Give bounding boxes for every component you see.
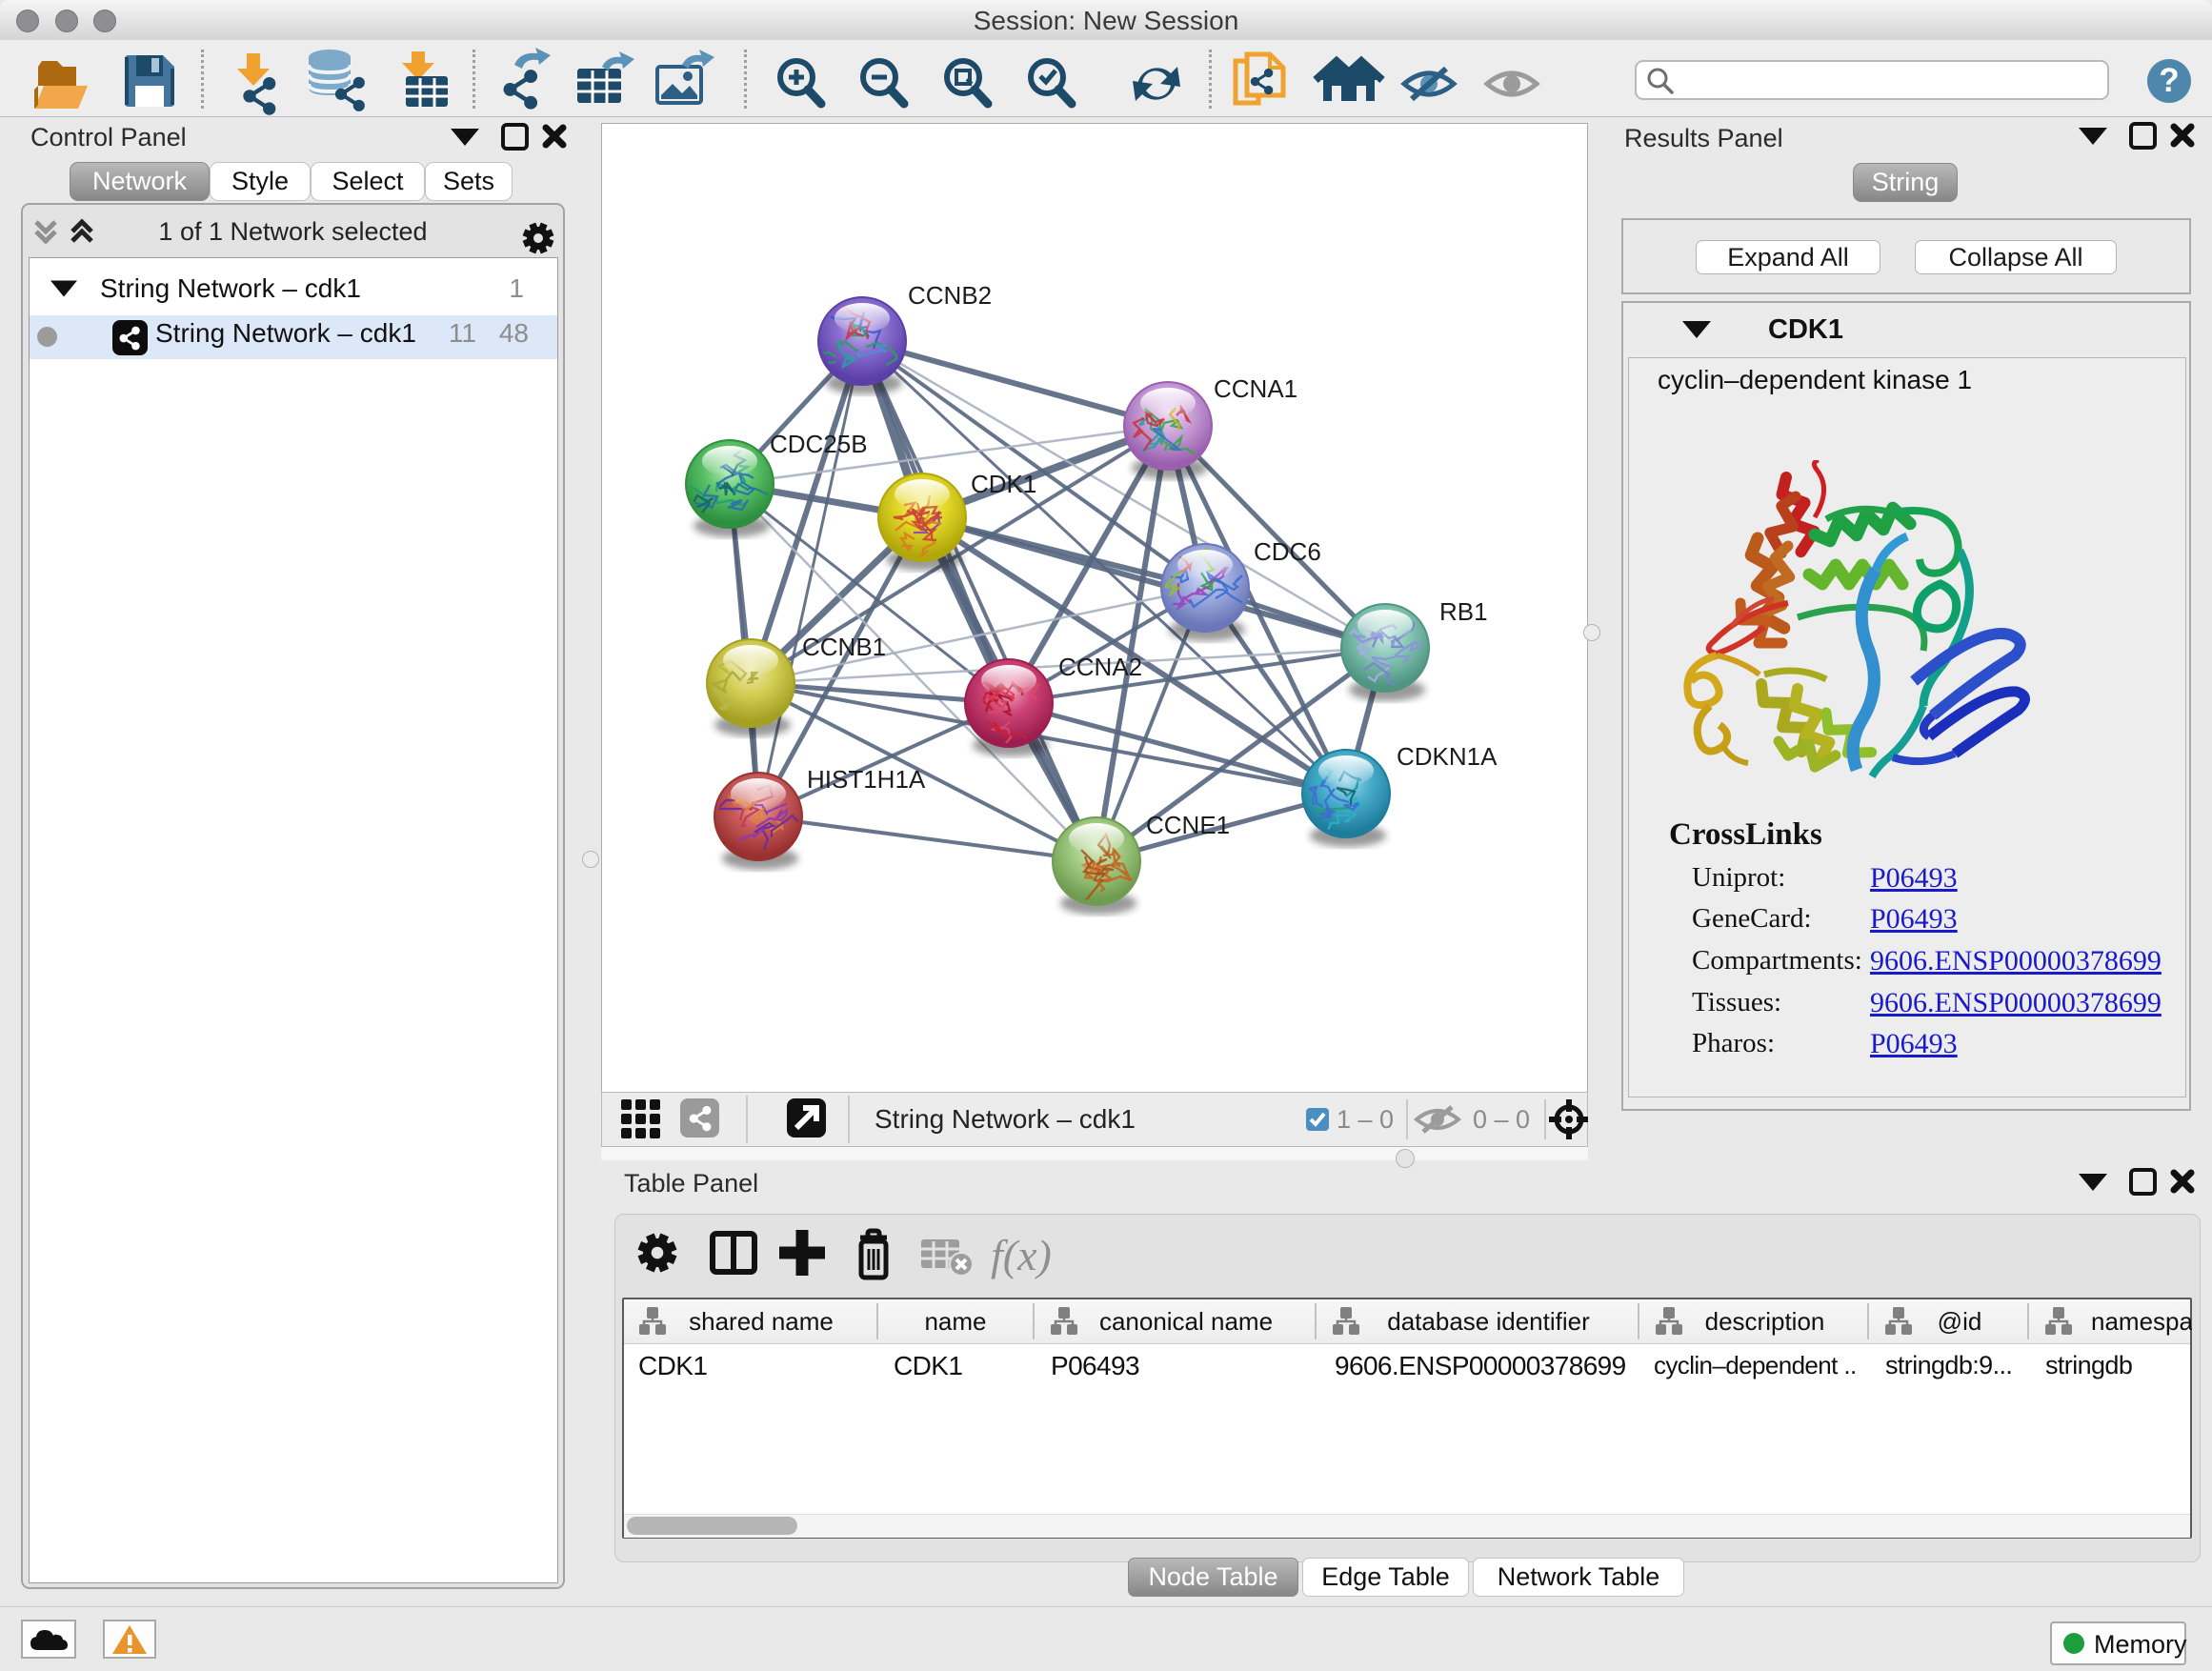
svg-text:RB1: RB1 bbox=[1439, 597, 1488, 626]
svg-text:CDK1: CDK1 bbox=[971, 470, 1036, 498]
svg-text:namespace: namespace bbox=[2091, 1307, 2192, 1336]
svg-text:String Network – cdk1: String Network – cdk1 bbox=[875, 1104, 1136, 1134]
svg-text:CDC25B: CDC25B bbox=[770, 430, 868, 458]
svg-text:CCNA1: CCNA1 bbox=[1214, 374, 1297, 403]
svg-text:0 – 0: 0 – 0 bbox=[1473, 1105, 1530, 1134]
svg-text:f(x): f(x) bbox=[991, 1231, 1052, 1279]
svg-text:CDC6: CDC6 bbox=[1254, 537, 1321, 566]
svg-text:HIST1H1A: HIST1H1A bbox=[807, 765, 926, 794]
svg-text:CCNE1: CCNE1 bbox=[1146, 811, 1230, 839]
svg-text:description: description bbox=[1705, 1307, 1825, 1336]
svg-text:CCNB2: CCNB2 bbox=[908, 281, 992, 310]
svg-text:@id: @id bbox=[1938, 1307, 1982, 1336]
svg-text:database identifier: database identifier bbox=[1387, 1307, 1590, 1336]
svg-text:CCNB1: CCNB1 bbox=[802, 633, 886, 661]
svg-text:name: name bbox=[924, 1307, 986, 1336]
svg-text:canonical name: canonical name bbox=[1099, 1307, 1273, 1336]
svg-text:shared name: shared name bbox=[689, 1307, 834, 1336]
svg-text:1 – 0: 1 – 0 bbox=[1337, 1105, 1394, 1134]
svg-text:CDKN1A: CDKN1A bbox=[1397, 742, 1498, 771]
svg-text:CCNA2: CCNA2 bbox=[1058, 653, 1142, 681]
